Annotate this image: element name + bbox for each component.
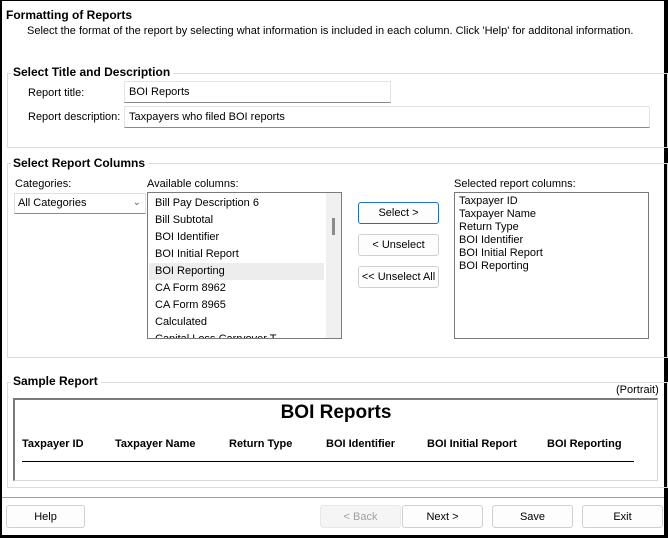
help-button[interactable]: Help xyxy=(6,505,85,528)
back-button[interactable]: < Back xyxy=(320,505,401,528)
selected-column-item[interactable]: Taxpayer ID xyxy=(456,195,646,208)
report-title-label: Report title: xyxy=(28,87,85,99)
title-description-group-label: Select Title and Description xyxy=(11,65,174,79)
sample-column-header: BOI Reporting xyxy=(547,438,622,450)
available-column-item[interactable]: BOI Reporting xyxy=(149,263,324,280)
selected-column-item[interactable]: Return Type xyxy=(456,221,646,234)
save-button[interactable]: Save xyxy=(492,505,573,528)
unselect-button[interactable]: < Unselect xyxy=(358,234,439,256)
sample-column-header: BOI Initial Report xyxy=(427,438,517,450)
available-column-item[interactable]: Bill Subtotal xyxy=(149,212,324,229)
page-title: Formatting of Reports xyxy=(6,8,132,22)
unselect-all-button[interactable]: << Unselect All xyxy=(358,266,439,288)
available-columns-scrollbar[interactable] xyxy=(326,193,341,338)
available-column-item[interactable]: BOI Identifier xyxy=(149,229,324,246)
available-column-item[interactable]: BOI Initial Report xyxy=(149,246,324,263)
available-columns-list[interactable]: Bill Pay Description 6 Bill Subtotal BOI I… xyxy=(147,192,342,339)
available-columns-label: Available columns: xyxy=(147,178,239,190)
report-description-label: Report description: xyxy=(28,111,121,123)
available-column-item[interactable]: Bill Pay Description 6 xyxy=(149,195,324,212)
available-column-item[interactable]: Capital Loss Carryover T xyxy=(149,331,324,338)
orientation-label: (Portrait) xyxy=(616,384,659,396)
categories-selected-value: All Categories xyxy=(18,197,87,209)
footer-separator xyxy=(2,497,664,498)
sample-report-title: BOI Reports xyxy=(280,402,392,423)
selected-column-item[interactable]: BOI Identifier xyxy=(456,234,646,247)
sample-column-header: Return Type xyxy=(229,438,293,450)
report-description-input[interactable] xyxy=(124,106,650,128)
select-button[interactable]: Select > xyxy=(358,202,439,224)
scrollbar-thumb[interactable] xyxy=(332,218,335,235)
exit-button[interactable]: Exit xyxy=(582,505,663,528)
selected-column-item[interactable]: BOI Reporting xyxy=(456,260,646,273)
selected-columns-items: Taxpayer ID Taxpayer Name Return Type BOI I… xyxy=(456,195,646,273)
selected-column-item[interactable]: BOI Initial Report xyxy=(456,247,646,260)
selected-columns-label: Selected report columns: xyxy=(454,178,576,190)
available-column-item[interactable]: CA Form 8965 xyxy=(149,297,324,314)
report-title-input[interactable] xyxy=(124,81,391,103)
available-column-item[interactable]: Calculated xyxy=(149,314,324,331)
sample-report-group-label: Sample Report xyxy=(11,374,101,388)
formatting-reports-window: Formatting of Reports Select the format … xyxy=(0,0,668,538)
sample-column-header: Taxpayer Name xyxy=(115,438,196,450)
available-columns-items: Bill Pay Description 6 Bill Subtotal BOI I… xyxy=(149,195,324,338)
available-column-item[interactable]: CA Form 8962 xyxy=(149,280,324,297)
sample-report-rule xyxy=(22,461,634,462)
report-columns-group-label: Select Report Columns xyxy=(11,156,149,170)
selected-columns-list[interactable]: Taxpayer ID Taxpayer Name Return Type BOI I… xyxy=(454,192,649,339)
page-instructions: Select the format of the report by selec… xyxy=(27,25,634,37)
sample-report-preview: BOI Reports Taxpayer ID Taxpayer Name Re… xyxy=(13,398,658,481)
selected-column-item[interactable]: Taxpayer Name xyxy=(456,208,646,221)
next-button[interactable]: Next > xyxy=(402,505,483,528)
chevron-down-icon: ⌄ xyxy=(132,197,141,208)
categories-dropdown[interactable]: All Categories ⌄ xyxy=(14,193,146,214)
categories-label: Categories: xyxy=(15,178,72,190)
sample-column-header: Taxpayer ID xyxy=(22,438,84,450)
sample-column-header: BOI Identifier xyxy=(326,438,396,450)
